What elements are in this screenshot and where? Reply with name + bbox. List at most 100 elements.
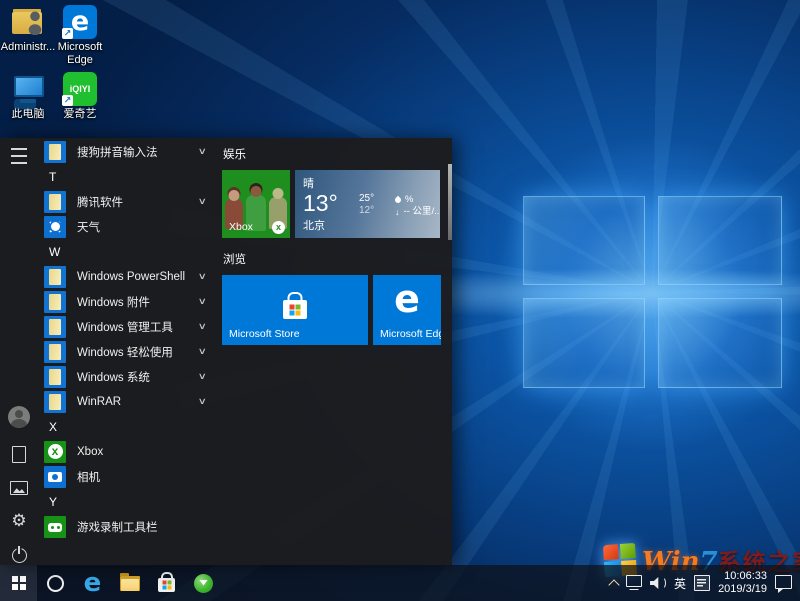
start-button[interactable] — [0, 565, 37, 601]
app-label: Windows 附件 — [77, 294, 150, 310]
app-icon — [44, 141, 66, 163]
app-label: 相机 — [77, 469, 100, 485]
desktop-icon-label: 爱奇艺 — [64, 108, 97, 121]
weather-high-low: 25° 12° — [359, 193, 374, 217]
search-button[interactable] — [37, 565, 74, 601]
folder-icon — [120, 576, 140, 591]
tray-date: 2019/3/19 — [718, 583, 767, 596]
taskbar: e 英 10:06:33 2019/3/19 — [0, 565, 800, 601]
weather-wind: -- 公里/... — [404, 206, 441, 218]
desktop-icon-image — [11, 72, 45, 106]
speaker-wave-icon — [659, 577, 666, 589]
documents-icon[interactable] — [12, 446, 26, 463]
app-list-row[interactable]: Y ∨ — [38, 489, 218, 514]
weather-low: 12° — [359, 205, 374, 217]
microsoft-edge-tile[interactable]: e Microsoft Edge — [373, 275, 441, 345]
app-list-row[interactable]: 腾讯软件 ∨ — [38, 189, 218, 214]
app-label: Windows 系统 — [77, 369, 150, 385]
chevron-down-icon: ∨ — [198, 371, 207, 382]
app-list-row[interactable]: 搜狗拼音输入法 ∨ — [38, 139, 218, 164]
clock[interactable]: 10:06:33 2019/3/19 — [718, 570, 767, 596]
weather-stats: % ↓ -- 公里/... — [395, 194, 440, 218]
pictures-icon[interactable] — [10, 481, 28, 495]
app-list-row[interactable]: Windows 附件 ∨ — [38, 289, 218, 314]
xbox-sphere-icon — [272, 221, 285, 234]
window-pane — [658, 196, 782, 285]
chevron-down-icon: ∨ — [198, 346, 207, 357]
app-list-row[interactable]: WinRAR ∨ — [38, 389, 218, 414]
app-list-row[interactable]: X ∨ — [38, 414, 218, 439]
app-list-row[interactable]: 天气 ∨ — [38, 214, 218, 239]
app-list-row[interactable]: T ∨ — [38, 164, 218, 189]
app-list-row[interactable]: W ∨ — [38, 239, 218, 264]
file-explorer-button[interactable] — [111, 565, 148, 601]
ime-language-indicator[interactable]: 英 — [674, 575, 686, 592]
tile-label: Microsoft Store — [229, 328, 300, 340]
edge-icon: e — [373, 277, 441, 321]
shortcut-arrow-icon — [62, 28, 73, 39]
xbox-tile[interactable]: Xbox — [222, 170, 290, 238]
window-pane — [523, 298, 645, 388]
weather-tile[interactable]: 晴 13° 25° 12° % ↓-- 公里/... 北京 — [295, 170, 440, 238]
icon-badge-text — [11, 5, 45, 39]
app-label: Windows 轻松使用 — [77, 344, 173, 360]
app-list-row[interactable]: Windows PowerShell ∨ — [38, 264, 218, 289]
desktop-icon[interactable]: Administr... — [2, 5, 54, 72]
power-icon[interactable] — [12, 548, 27, 563]
app-list-row[interactable]: 相机 ∨ — [38, 464, 218, 489]
wind-arrow-icon: ↓ — [395, 206, 400, 218]
green-app-button[interactable] — [185, 565, 222, 601]
app-icon — [44, 266, 66, 288]
app-icon — [44, 441, 66, 463]
microsoft-store-tile[interactable]: Microsoft Store — [222, 275, 368, 345]
start-tiles: 娱乐 Xbox 晴 13° 25° 12° % ↓-- 公里/... — [222, 146, 448, 345]
user-avatar[interactable] — [8, 406, 30, 428]
desktop-icon[interactable]: 此电脑 — [2, 72, 54, 139]
windows-logo-icon — [12, 576, 26, 590]
weather-city: 北京 — [303, 217, 325, 233]
app-label: 腾讯软件 — [77, 194, 123, 210]
app-list-row[interactable]: Windows 系统 ∨ — [38, 364, 218, 389]
app-icon — [44, 516, 66, 538]
action-center-icon[interactable] — [775, 575, 792, 589]
hidden-icons-chevron-icon[interactable] — [608, 579, 619, 590]
tile-group-title: 娱乐 — [223, 146, 448, 162]
app-label: 天气 — [77, 219, 100, 235]
network-icon[interactable] — [626, 575, 642, 587]
scrollbar[interactable] — [448, 164, 452, 240]
app-icon — [44, 316, 66, 338]
chevron-down-icon: ∨ — [198, 321, 207, 332]
hamburger-menu-icon[interactable] — [11, 148, 27, 164]
settings-gear-icon[interactable]: ⚙ — [11, 513, 26, 530]
app-label: 搜狗拼音输入法 — [77, 144, 158, 160]
tile-label: Xbox — [229, 221, 253, 233]
green-ball-icon — [194, 574, 213, 593]
window-pane — [523, 196, 645, 285]
desktop-icon-grid: Administr... Microsoft Edge 此电脑 iQIYI 爱奇… — [2, 5, 106, 139]
app-list-row[interactable]: 游戏录制工具栏 ∨ — [38, 514, 218, 539]
humidity-drop-icon — [394, 196, 402, 204]
chevron-down-icon: ∨ — [198, 196, 207, 207]
app-label: Xbox — [77, 446, 103, 458]
desktop-icon-image — [63, 5, 97, 39]
store-bag-icon — [158, 578, 175, 592]
app-list-row[interactable]: Windows 管理工具 ∨ — [38, 314, 218, 339]
weather-humidity: % — [405, 194, 413, 206]
desktop-icon-label: Administr... — [1, 41, 55, 54]
app-label: Windows PowerShell — [77, 271, 185, 283]
taskbar-edge-button[interactable]: e — [74, 565, 111, 601]
desktop-icon[interactable]: iQIYI 爱奇艺 — [54, 72, 106, 139]
weather-temperature: 13° — [303, 190, 338, 217]
chevron-down-icon: ∨ — [198, 271, 207, 282]
store-button[interactable] — [148, 565, 185, 601]
desktop-icon[interactable]: Microsoft Edge — [54, 5, 106, 72]
volume-button[interactable] — [650, 577, 666, 589]
app-list-row[interactable]: Windows 轻松使用 ∨ — [38, 339, 218, 364]
app-label: Y — [49, 495, 57, 509]
icon-badge-text — [11, 72, 45, 106]
ime-mode-icon[interactable] — [694, 575, 710, 591]
wallpaper-glow — [492, 132, 800, 452]
window-pane — [658, 298, 782, 388]
app-list-row[interactable]: Xbox ∨ — [38, 439, 218, 464]
app-label: 游戏录制工具栏 — [77, 519, 158, 535]
